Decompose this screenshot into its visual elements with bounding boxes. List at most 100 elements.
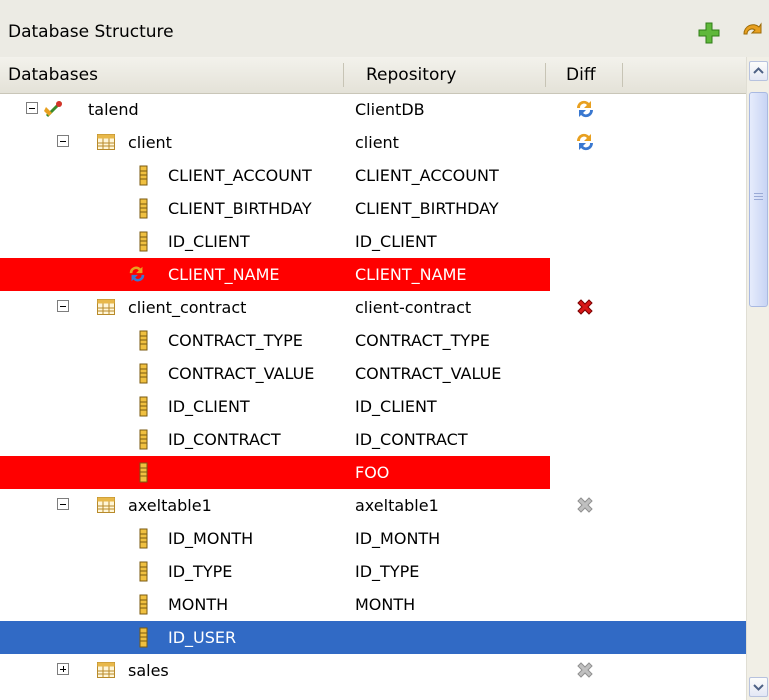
grip-line — [754, 199, 763, 200]
tree-row-column[interactable]: ID_USER — [0, 621, 746, 654]
tree-row-table[interactable]: sales — [0, 654, 746, 687]
delete-icon[interactable] — [574, 659, 596, 681]
row-label: client — [128, 133, 172, 152]
table-icon — [96, 495, 116, 515]
row-label: ID_USER — [168, 628, 237, 647]
tree-row-column[interactable]: ID_CLIENT ID_CLIENT — [0, 390, 746, 423]
repository-value: ClientDB — [355, 100, 425, 119]
row-label: talend — [88, 100, 139, 119]
repository-value — [355, 654, 545, 687]
tree-row-column[interactable]: FOO — [0, 456, 550, 489]
panel-titlebar: Database Structure — [0, 0, 769, 57]
column-icon — [139, 165, 148, 186]
repository-value: CLIENT_ACCOUNT — [355, 166, 499, 185]
column-header-repository[interactable]: Repository — [366, 57, 456, 93]
row-label: CLIENT_BIRTHDAY — [168, 199, 312, 218]
collapse-toggle[interactable] — [57, 135, 69, 147]
repository-value: ID_TYPE — [355, 562, 420, 581]
column-divider[interactable] — [545, 63, 546, 87]
sync-icon — [127, 264, 147, 284]
chevron-up-icon — [753, 67, 764, 74]
repository-value: client-contract — [355, 298, 472, 317]
scroll-thumb[interactable] — [749, 92, 768, 307]
repository-value: FOO — [355, 463, 390, 482]
scroll-down-button[interactable] — [749, 677, 768, 697]
column-icon — [139, 627, 148, 648]
plus-icon[interactable] — [696, 20, 722, 46]
column-divider[interactable] — [622, 63, 623, 87]
tree-header: Databases Repository Diff — [0, 57, 746, 94]
repository-value: ID_CONTRACT — [355, 430, 468, 449]
row-label: CONTRACT_VALUE — [168, 364, 315, 383]
row-label: ID_TYPE — [168, 562, 233, 581]
chevron-down-icon — [753, 684, 764, 691]
tree-row-column[interactable]: CLIENT_ACCOUNT CLIENT_ACCOUNT — [0, 159, 746, 192]
repository-value: axeltable1 — [355, 496, 439, 515]
repository-value: MONTH — [355, 595, 416, 614]
delete-icon[interactable] — [574, 296, 596, 318]
column-icon — [139, 462, 148, 483]
column-header-databases[interactable]: Databases — [8, 57, 98, 93]
tree-row-database[interactable]: talend ClientDB — [0, 93, 746, 126]
row-label: ID_CLIENT — [168, 232, 250, 251]
sync-icon[interactable] — [574, 98, 596, 120]
row-label: CLIENT_ACCOUNT — [168, 166, 312, 185]
column-icon — [139, 561, 148, 582]
table-icon — [96, 297, 116, 317]
repository-value — [355, 621, 545, 654]
tree-row-column[interactable]: CONTRACT_VALUE CONTRACT_VALUE — [0, 357, 746, 390]
row-label: ID_CONTRACT — [168, 430, 281, 449]
vertical-scrollbar[interactable] — [746, 57, 769, 700]
repository-value: CONTRACT_VALUE — [355, 364, 502, 383]
repository-value: client — [355, 133, 399, 152]
repository-value: ID_CLIENT — [355, 232, 437, 251]
grip-line — [754, 193, 763, 194]
database-structure-tree: talend ClientDB client client CLIENT_ACCOUNT… — [0, 93, 746, 700]
table-icon — [96, 132, 116, 152]
repository-value: CLIENT_BIRTHDAY — [355, 199, 499, 218]
tree-row-column[interactable]: ID_CLIENT ID_CLIENT — [0, 225, 746, 258]
column-divider[interactable] — [343, 63, 344, 87]
scroll-up-button[interactable] — [749, 61, 768, 81]
column-icon — [139, 429, 148, 450]
collapse-toggle[interactable] — [57, 498, 69, 510]
table-icon — [96, 660, 116, 680]
database-icon — [44, 99, 64, 119]
row-label: CLIENT_NAME — [168, 265, 280, 284]
expand-toggle[interactable] — [57, 663, 69, 675]
tree-row-table[interactable]: client_contract client-contract — [0, 291, 746, 324]
tree-row-column[interactable]: CLIENT_BIRTHDAY CLIENT_BIRTHDAY — [0, 192, 746, 225]
tree-row-column[interactable]: ID_MONTH ID_MONTH — [0, 522, 746, 555]
tree-row-column[interactable]: ID_TYPE ID_TYPE — [0, 555, 746, 588]
delete-icon[interactable] — [574, 494, 596, 516]
row-label: client_contract — [128, 298, 247, 317]
collapse-toggle[interactable] — [26, 102, 38, 114]
sync-icon[interactable] — [574, 131, 596, 153]
repository-value: CONTRACT_TYPE — [355, 331, 490, 350]
row-label: sales — [128, 661, 169, 680]
tree-row-column[interactable]: ID_CONTRACT ID_CONTRACT — [0, 423, 746, 456]
column-icon — [139, 330, 148, 351]
grip-line — [754, 196, 763, 197]
column-icon — [139, 396, 148, 417]
row-label: ID_MONTH — [168, 529, 254, 548]
row-label: CONTRACT_TYPE — [168, 331, 303, 350]
tree-row-column[interactable]: CLIENT_NAME CLIENT_NAME — [0, 258, 550, 291]
row-label: ID_CLIENT — [168, 397, 250, 416]
tree-row-column[interactable]: MONTH MONTH — [0, 588, 746, 621]
tree-row-table[interactable]: axeltable1 axeltable1 — [0, 489, 746, 522]
row-label: axeltable1 — [128, 496, 212, 515]
tree-row-column[interactable]: CONTRACT_TYPE CONTRACT_TYPE — [0, 324, 746, 357]
column-icon — [139, 594, 148, 615]
column-header-diff[interactable]: Diff — [566, 57, 596, 93]
column-icon — [139, 231, 148, 252]
repository-value: ID_CLIENT — [355, 397, 437, 416]
column-icon — [139, 528, 148, 549]
tree-row-table[interactable]: client client — [0, 126, 746, 159]
repository-value: ID_MONTH — [355, 529, 441, 548]
row-label: MONTH — [168, 595, 229, 614]
collapse-toggle[interactable] — [57, 300, 69, 312]
column-icon — [139, 198, 148, 219]
repository-value: CLIENT_NAME — [355, 265, 467, 284]
sync-icon[interactable] — [740, 20, 766, 46]
